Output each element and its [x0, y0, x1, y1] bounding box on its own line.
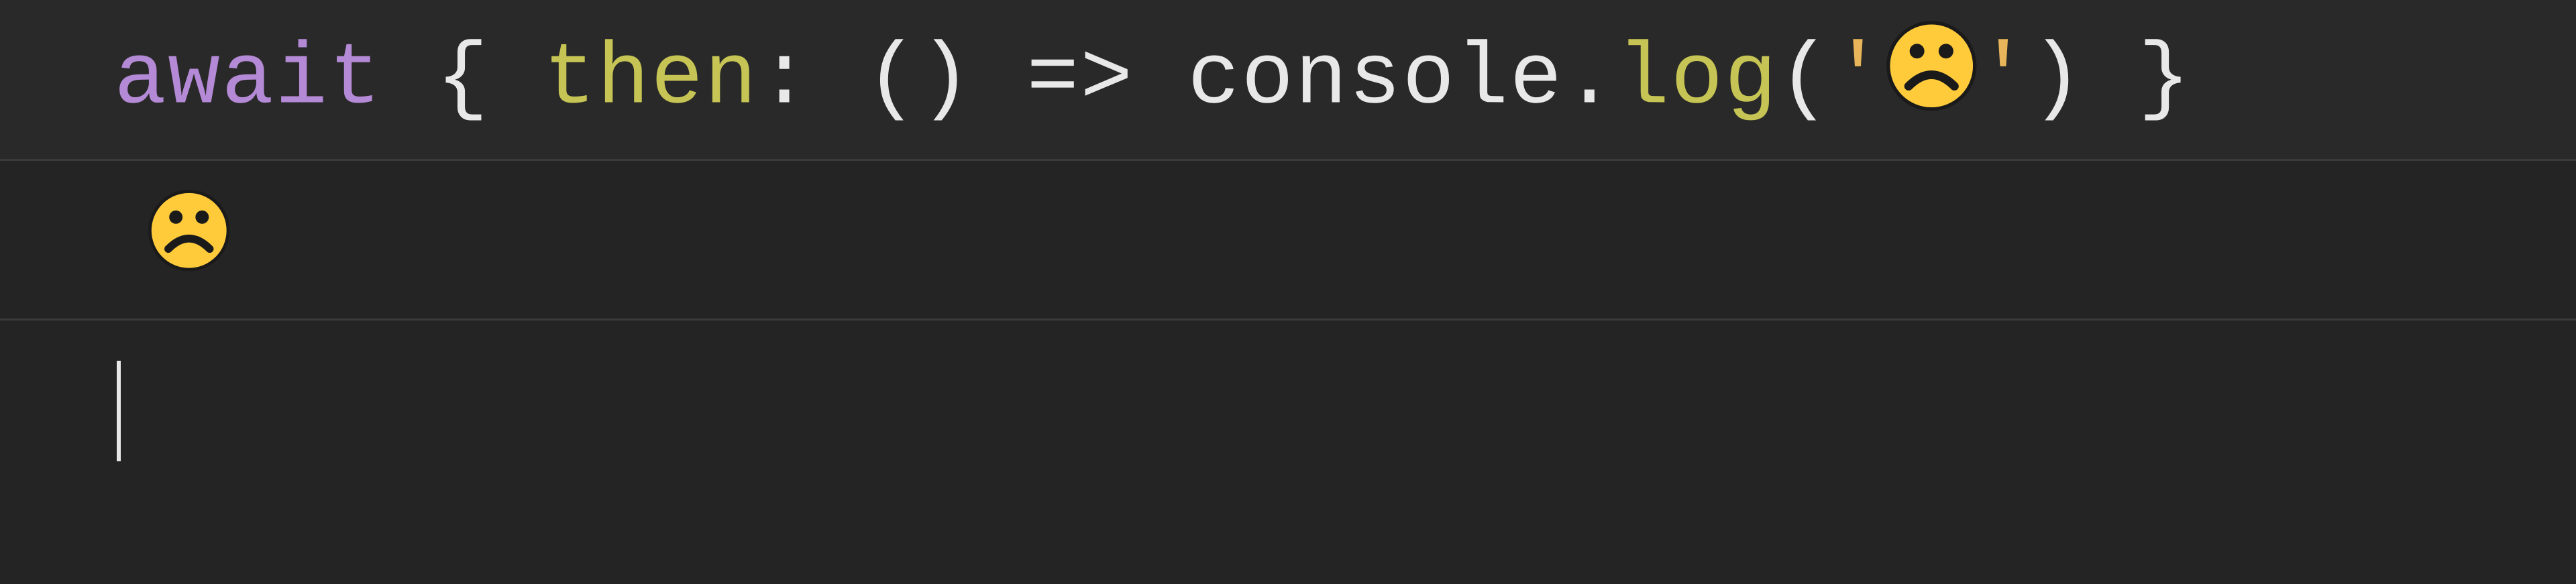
console-prompt-row[interactable] [0, 320, 2576, 584]
console-prompt-input[interactable] [114, 361, 121, 483]
upside-down-face-icon [1886, 30, 1978, 129]
token-string-quote: ' [1977, 30, 2031, 129]
token-space [382, 30, 436, 129]
token-paren-close: ) [919, 30, 973, 129]
console-input-row[interactable]: await { then: () => console.log('') } [0, 0, 2576, 161]
token-colon: : [758, 30, 812, 129]
token-brace-close: } [2138, 30, 2192, 129]
token-brace-open: { [436, 30, 490, 129]
token-dot: . [1563, 30, 1617, 129]
text-cursor [117, 361, 121, 461]
token-keyword: await [114, 30, 382, 129]
token-space [490, 30, 543, 129]
chevron-right-icon [27, 361, 74, 421]
token-arrow: => [1026, 30, 1134, 129]
console-output [148, 181, 231, 299]
token-identifier: console [1187, 30, 1563, 129]
token-space [2084, 30, 2138, 129]
console-output-row [0, 161, 2576, 321]
token-string-quote: ' [1831, 30, 1885, 129]
chevron-right-icon [27, 49, 74, 109]
token-space [1134, 30, 1187, 129]
token-paren-close: ) [2031, 30, 2084, 129]
upside-down-face-icon [148, 190, 231, 289]
token-method: log [1617, 30, 1778, 129]
console-input-code: await { then: () => console.log('') } [114, 20, 2192, 139]
token-paren-open: ( [1778, 30, 1831, 129]
token-paren-open: ( [865, 30, 919, 129]
devtools-console: await { then: () => console.log('') } [0, 0, 2576, 584]
token-space [812, 30, 865, 129]
token-space [973, 30, 1026, 129]
token-property: then [543, 30, 758, 129]
